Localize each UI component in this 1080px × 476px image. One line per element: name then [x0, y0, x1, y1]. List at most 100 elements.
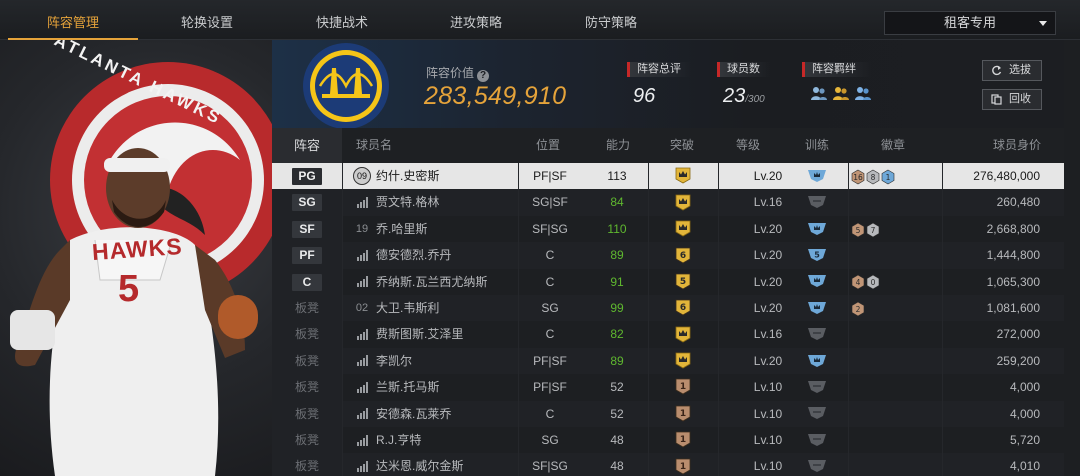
col-price[interactable]: 球员身价	[977, 128, 1057, 163]
training-icon[interactable]	[782, 189, 852, 215]
player-name[interactable]: R.J.亨特	[376, 427, 536, 453]
svg-text:16: 16	[853, 173, 863, 182]
svg-text:7: 7	[871, 226, 876, 235]
table-row[interactable]: PF 德安德烈.乔丹 C 89 6 Lv.20 5 1,444,800	[272, 242, 1064, 269]
table-row[interactable]: C 乔纳斯.瓦兰西尤纳斯 C 91 5 Lv.20 4 0 1,065,300	[272, 268, 1064, 295]
recycle-button[interactable]: 回收	[982, 89, 1042, 110]
badges-cell[interactable]: 2	[849, 295, 939, 321]
breakthrough-icon[interactable]: 1	[648, 374, 718, 400]
badges-cell[interactable]: 16 8 1	[849, 163, 939, 189]
col-lineup[interactable]: 阵容	[272, 128, 342, 163]
player-price: 260,480	[996, 195, 1040, 210]
player-name[interactable]: 大卫.韦斯利	[376, 295, 536, 321]
lineup-slot[interactable]: PG	[272, 163, 342, 190]
table-row[interactable]: 板凳 安德森.瓦莱乔 C 52 1 Lv.10 4,000	[272, 400, 1064, 427]
lineup-slot[interactable]: 板凳	[272, 294, 342, 322]
training-icon[interactable]	[782, 374, 852, 400]
badges-cell[interactable]	[849, 321, 939, 347]
breakthrough-icon[interactable]: 1	[648, 453, 718, 476]
tab-rotation[interactable]: 轮换设置	[142, 0, 272, 40]
player-name[interactable]: 乔.哈里斯	[376, 216, 536, 242]
tab-lineup[interactable]: 阵容管理	[8, 0, 138, 40]
select-button[interactable]: 选拔	[982, 60, 1042, 81]
badges-cell[interactable]	[849, 427, 939, 453]
bond-people-blue-icon[interactable]	[854, 85, 872, 101]
lineup-slot[interactable]: 板凳	[272, 321, 342, 348]
bench-label: 板凳	[294, 327, 319, 342]
training-icon[interactable]	[782, 453, 852, 476]
breakthrough-icon[interactable]: 1	[648, 401, 718, 427]
col-breakthrough[interactable]: 突破	[652, 128, 712, 163]
tab-defense[interactable]: 防守策略	[546, 0, 676, 40]
lineup-slot[interactable]: 板凳	[272, 426, 342, 454]
badges-cell[interactable]	[849, 401, 939, 427]
player-name[interactable]: 贾文特.格林	[376, 189, 536, 215]
tab-offense[interactable]: 进攻策略	[411, 0, 541, 40]
player-name[interactable]: 约什.史密斯	[376, 163, 536, 189]
training-icon[interactable]	[782, 163, 852, 189]
training-icon[interactable]	[782, 401, 852, 427]
breakthrough-icon[interactable]	[648, 216, 718, 242]
table-row[interactable]: 板凳 02 大卫.韦斯利 SG 99 6 Lv.20 2 1,081,600	[272, 294, 1064, 322]
lineup-slot[interactable]: 板凳	[272, 347, 342, 375]
col-training[interactable]: 训练	[787, 128, 847, 163]
table-row[interactable]: 板凳 R.J.亨特 SG 48 1 Lv.10 5,720	[272, 426, 1064, 454]
lineup-slot[interactable]: SG	[272, 189, 342, 216]
breakthrough-icon[interactable]	[648, 189, 718, 215]
col-badges[interactable]: 徽章	[863, 128, 923, 163]
training-icon[interactable]	[782, 216, 852, 242]
lineup-dropdown[interactable]: 租客专用	[884, 11, 1056, 35]
lineup-slot[interactable]: 板凳	[272, 453, 342, 476]
breakthrough-icon[interactable]: 1	[648, 427, 718, 453]
badges-cell[interactable]	[849, 348, 939, 374]
col-name[interactable]: 球员名	[344, 128, 404, 163]
lineup-slot[interactable]: SF	[272, 215, 342, 243]
player-name[interactable]: 费斯图斯.艾泽里	[376, 321, 536, 347]
training-icon[interactable]: 5	[782, 242, 852, 268]
breakthrough-icon[interactable]	[648, 321, 718, 347]
table-row[interactable]: SG 贾文特.格林 SG|SF 84 Lv.16 260,480	[272, 189, 1064, 216]
breakthrough-icon[interactable]	[648, 163, 718, 189]
lineup-slot[interactable]: C	[272, 268, 342, 295]
table-row[interactable]: 板凳 李凯尔 PF|SF 89 Lv.20 259,200	[272, 347, 1064, 375]
lineup-slot[interactable]: PF	[272, 242, 342, 269]
badges-cell[interactable]	[849, 374, 939, 400]
bond-people-gold-icon[interactable]	[832, 85, 850, 101]
table-row[interactable]: SF 19 乔.哈里斯 SF|SG 110 Lv.20 5 7 2,668,800	[272, 215, 1064, 243]
lineup-slot[interactable]: 板凳	[272, 374, 342, 401]
table-row[interactable]: 板凳 达米恩.威尔金斯 SF|SG 48 1 Lv.10 4,010	[272, 453, 1064, 476]
column-divider	[518, 163, 519, 476]
player-name[interactable]: 乔纳斯.瓦兰西尤纳斯	[376, 269, 536, 295]
breakthrough-icon[interactable]	[648, 348, 718, 374]
svg-text:1: 1	[680, 382, 686, 392]
bond-people-icon[interactable]	[810, 85, 828, 101]
col-ability[interactable]: 能力	[588, 128, 648, 163]
col-position[interactable]: 位置	[518, 128, 578, 163]
help-icon[interactable]: ?	[477, 70, 490, 82]
badges-cell[interactable]	[849, 242, 939, 268]
player-name[interactable]: 李凯尔	[376, 348, 536, 374]
lineup-slot[interactable]: 板凳	[272, 400, 342, 427]
tab-quick-tactics[interactable]: 快捷战术	[277, 0, 407, 40]
breakthrough-icon[interactable]: 5	[648, 269, 718, 295]
breakthrough-icon[interactable]: 6	[648, 242, 718, 268]
player-name[interactable]: 达米恩.威尔金斯	[376, 453, 536, 476]
training-icon[interactable]	[782, 321, 852, 347]
player-name[interactable]: 兰斯.托马斯	[376, 374, 536, 400]
table-row[interactable]: 板凳 兰斯.托马斯 PF|SF 52 1 Lv.10 4,000	[272, 374, 1064, 401]
training-icon[interactable]	[782, 427, 852, 453]
training-icon[interactable]	[782, 295, 852, 321]
badges-cell[interactable]: 40	[849, 269, 939, 295]
svg-text:2: 2	[856, 305, 861, 314]
table-row[interactable]: PG 09 约什.史密斯 PF|SF 113 Lv.20 16 8 1 276,480,000	[272, 163, 1064, 190]
badges-cell[interactable]	[849, 453, 939, 476]
training-icon[interactable]	[782, 348, 852, 374]
col-level[interactable]: 等级	[718, 128, 778, 163]
player-name[interactable]: 德安德烈.乔丹	[376, 242, 536, 268]
breakthrough-icon[interactable]: 6	[648, 295, 718, 321]
badges-cell[interactable]	[849, 189, 939, 215]
badges-cell[interactable]: 57	[849, 216, 939, 242]
table-row[interactable]: 板凳 费斯图斯.艾泽里 C 82 Lv.16 272,000	[272, 321, 1064, 348]
player-name[interactable]: 安德森.瓦莱乔	[376, 401, 536, 427]
training-icon[interactable]	[782, 269, 852, 295]
